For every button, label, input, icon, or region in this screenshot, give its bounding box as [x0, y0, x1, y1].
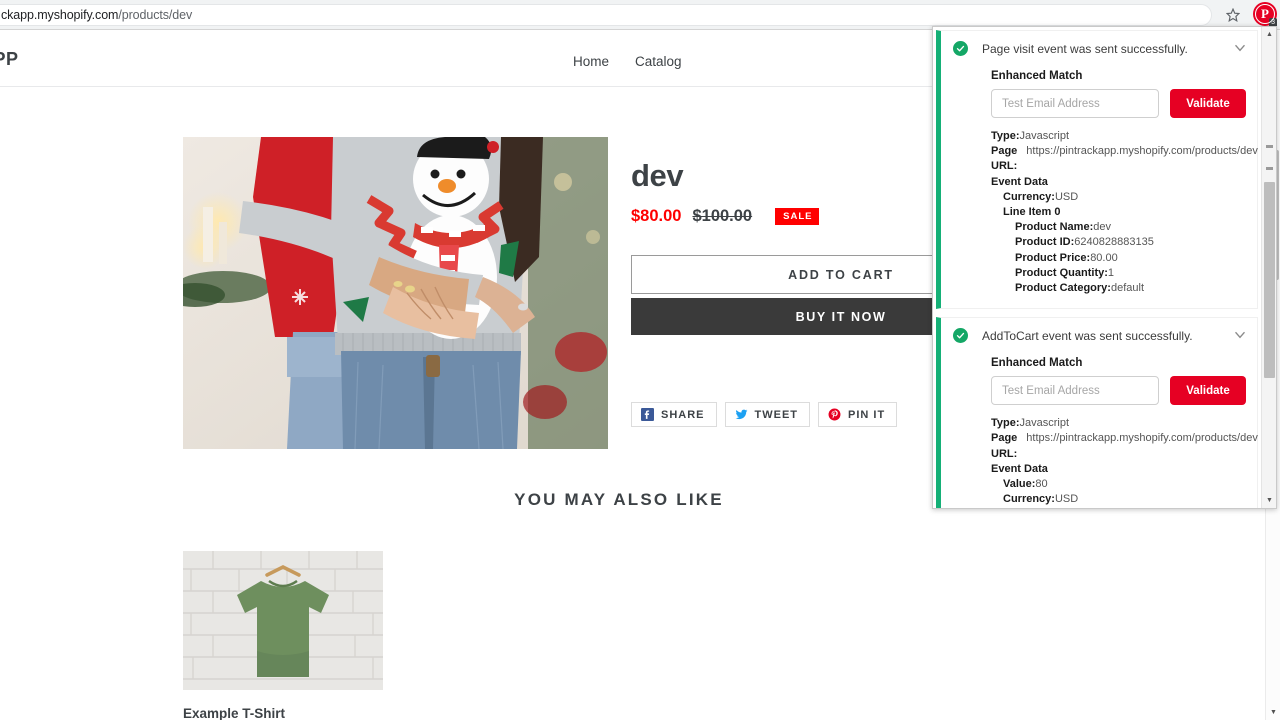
- validate-button[interactable]: Validate: [1170, 89, 1246, 118]
- facebook-icon: [641, 408, 654, 422]
- nav-item-home[interactable]: Home: [573, 54, 609, 69]
- detail-page: Page https://pintrackapp.myshopify.com/pr…: [991, 432, 1258, 445]
- sale-badge: SALE: [775, 208, 820, 226]
- twitter-icon: [735, 408, 748, 421]
- share-twitter-label: TWEET: [754, 408, 799, 421]
- product-compare-price: $100.00: [692, 207, 753, 226]
- event-details: Type:Javascript Page https://pintrackapp.…: [991, 416, 1258, 507]
- enhanced-match-label: Enhanced Match: [991, 70, 1083, 82]
- detail-field: Product Name:dev: [1015, 221, 1111, 234]
- site-logo[interactable]: APP: [0, 49, 19, 70]
- panel-scroll-thumb[interactable]: [1264, 182, 1275, 378]
- product-image[interactable]: [183, 137, 608, 449]
- detail-url: URL:: [991, 447, 1018, 460]
- check-circle-icon: [953, 328, 968, 344]
- product-sale-price: $80.00: [631, 207, 682, 226]
- share-facebook-label: SHARE: [661, 408, 705, 421]
- detail-field: Product ID:6240828883135: [1015, 236, 1154, 249]
- detail-page-value: https://pintrackapp.myshopify.com/produc…: [1026, 145, 1258, 158]
- address-host: ckapp.myshopify.com: [1, 8, 119, 22]
- chevron-down-icon[interactable]: [1233, 328, 1247, 342]
- extension-panel-content: Page visit event was sent successfully. …: [933, 27, 1262, 508]
- chevron-down-icon[interactable]: [1233, 41, 1247, 55]
- detail-type: Type:Javascript: [991, 417, 1070, 430]
- pinterest-icon: [828, 408, 841, 421]
- panel-scroll-down-icon[interactable]: ▼: [1262, 493, 1276, 508]
- enhanced-match-row: Validate: [991, 89, 1249, 118]
- event-status-message: Page visit event was sent successfully.: [982, 41, 1188, 56]
- recommendation-title: Example T-Shirt: [183, 706, 286, 720]
- detail-event-data-heading: Event Data: [991, 462, 1048, 475]
- detail-field: Line Item 0: [1003, 206, 1061, 219]
- bookmark-star-icon[interactable]: [1225, 7, 1241, 23]
- detail-type-label: Type:: [991, 130, 1020, 142]
- share-pinterest-button[interactable]: PIN IT: [818, 402, 898, 428]
- event-details: Type:Javascript Page https://pintrackapp.…: [991, 129, 1258, 296]
- detail-field: Product Price:80.00: [1015, 251, 1118, 264]
- detail-url: URL:: [991, 159, 1249, 174]
- panel-scroll-tick: [1266, 145, 1273, 148]
- event-card: AddToCart event was sent successfully. E…: [936, 317, 1258, 508]
- site-navigation: Home Catalog: [573, 54, 682, 69]
- address-bar-text: ckapp.myshopify.com/products/dev: [1, 8, 192, 22]
- recommendations-grid: Example T-Shirt: [183, 551, 383, 720]
- check-circle-icon: [953, 41, 968, 56]
- enhanced-match-label: Enhanced Match: [991, 357, 1083, 370]
- detail-page-label: Page: [991, 145, 1018, 158]
- panel-scroll-tick: [1266, 167, 1273, 170]
- detail-field: Product Quantity:1: [1015, 266, 1115, 279]
- share-facebook-button[interactable]: SHARE: [631, 402, 717, 428]
- recommendation-card[interactable]: Example T-Shirt: [183, 551, 383, 720]
- panel-scrollbar[interactable]: ▲ ▼: [1261, 27, 1276, 508]
- pinterest-extension-icon[interactable]: P 3: [1253, 2, 1277, 28]
- detail-event-data-heading: Event Data: [991, 175, 1048, 188]
- event-header: Page visit event was sent successfully.: [953, 41, 1249, 56]
- detail-type: Type:Javascript: [991, 129, 1249, 144]
- validate-button[interactable]: Validate: [1170, 376, 1246, 406]
- test-email-input[interactable]: [991, 89, 1159, 118]
- scroll-down-arrow-icon[interactable]: ▼: [1266, 705, 1280, 720]
- detail-field: Product Category:default: [1015, 282, 1144, 295]
- test-email-input[interactable]: [991, 376, 1159, 406]
- share-pinterest-label: PIN IT: [848, 408, 886, 421]
- event-card: Page visit event was sent successfully. …: [936, 30, 1258, 310]
- detail-field: Value:80: [1003, 478, 1048, 491]
- address-bar[interactable]: ckapp.myshopify.com/products/dev: [0, 4, 1212, 26]
- detail-field: Currency:USD: [1003, 190, 1079, 203]
- enhanced-match-row: Validate: [991, 376, 1249, 406]
- recommendation-thumbnail[interactable]: [183, 551, 383, 690]
- nav-item-catalog[interactable]: Catalog: [635, 54, 682, 69]
- address-path: /products/dev: [118, 8, 193, 22]
- detail-page: Page https://pintrackapp.myshopify.com/pr…: [991, 144, 1258, 159]
- event-status-message: AddToCart event was sent successfully.: [982, 328, 1193, 343]
- event-header: AddToCart event was sent successfully.: [953, 328, 1249, 344]
- share-twitter-button[interactable]: TWEET: [724, 402, 811, 428]
- detail-field: Currency:USD: [1003, 493, 1079, 506]
- detail-url-label: URL:: [991, 160, 1018, 173]
- panel-scroll-up-icon[interactable]: ▲: [1262, 27, 1276, 42]
- detail-type-value: Javascript: [1019, 130, 1070, 142]
- pinterest-tag-extension-panel: Page visit event was sent successfully. …: [932, 26, 1277, 509]
